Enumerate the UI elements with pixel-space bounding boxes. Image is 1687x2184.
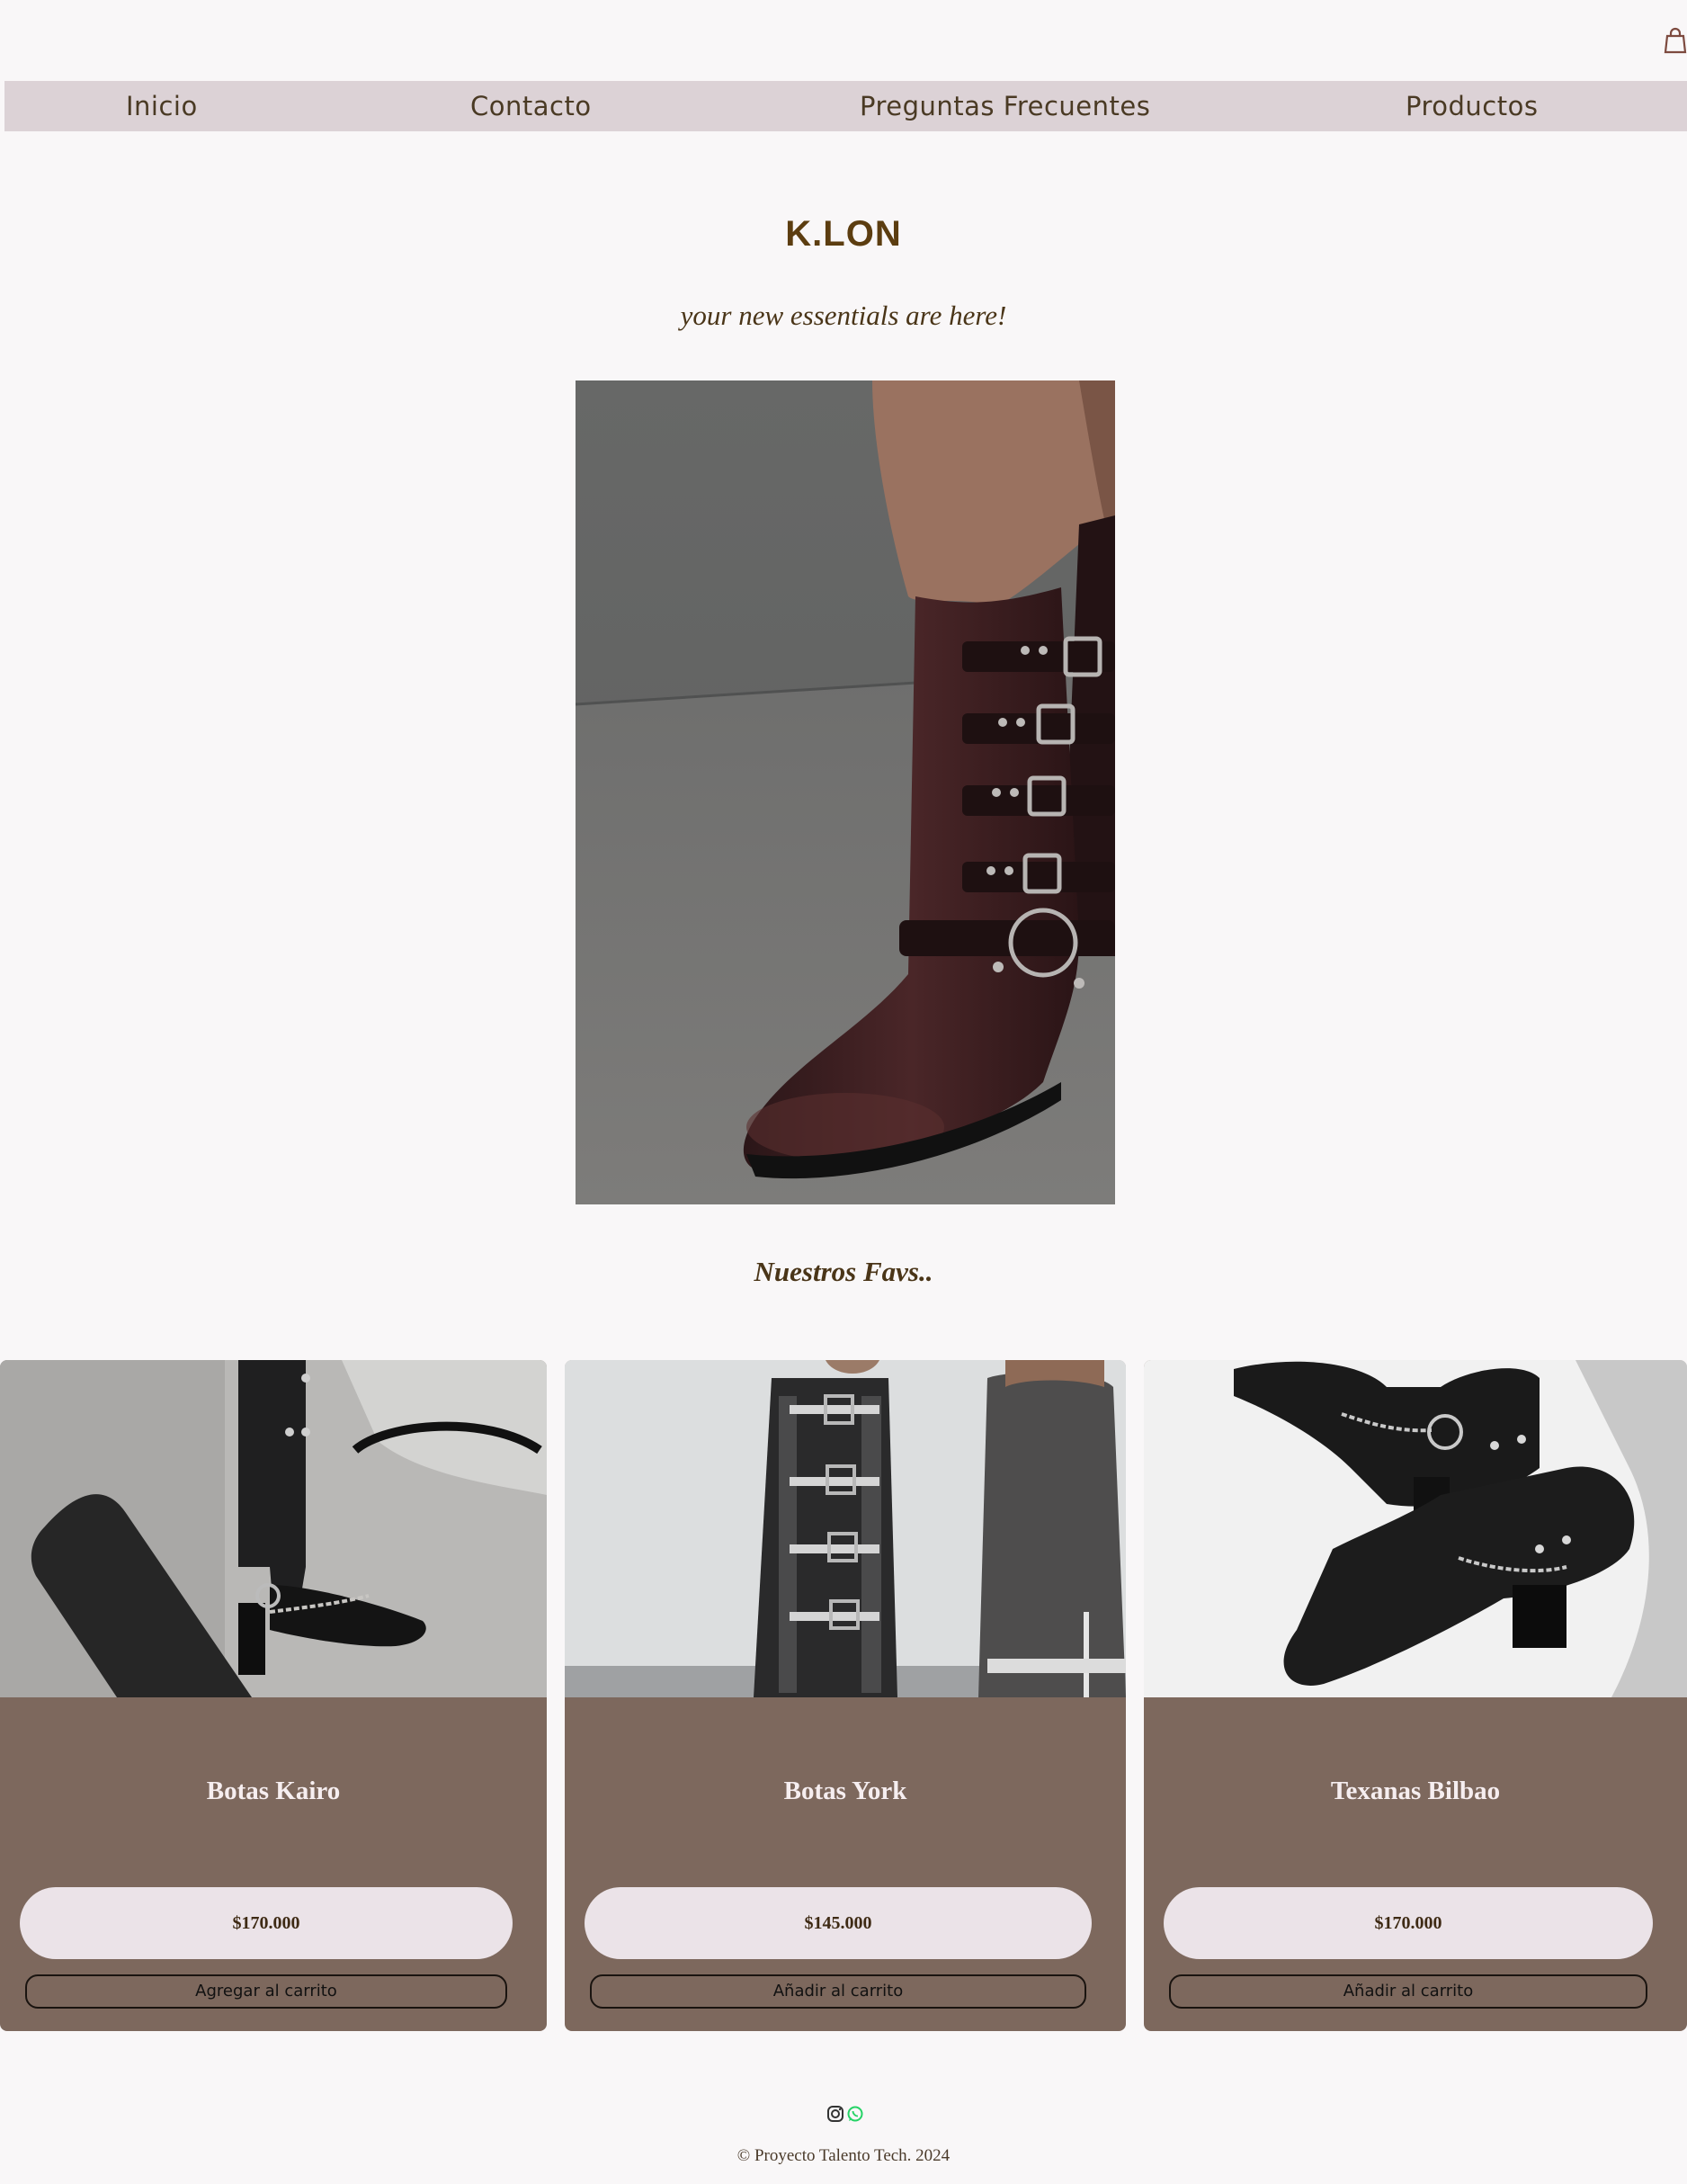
whatsapp-icon[interactable] bbox=[846, 2105, 864, 2123]
main-nav: Inicio Contacto Preguntas Frecuentes Pro… bbox=[4, 81, 1687, 131]
product-image[interactable] bbox=[1144, 1360, 1687, 1697]
social-links bbox=[826, 2105, 866, 2126]
nav-item-contacto[interactable]: Contacto bbox=[470, 81, 592, 131]
product-price: $145.000 bbox=[585, 1887, 1092, 1959]
nav-item-preguntas-frecuentes[interactable]: Preguntas Frecuentes bbox=[860, 81, 1150, 131]
hero-image bbox=[576, 380, 1115, 1204]
favorites-heading: Nuestros Favs.. bbox=[754, 1256, 933, 1287]
add-to-cart-button[interactable]: Agregar al carrito bbox=[25, 1974, 507, 2009]
product-card: Texanas Bilbao $170.000 Añadir al carrit… bbox=[1144, 1360, 1687, 2031]
product-card: Botas York $145.000 Añadir al carrito bbox=[565, 1360, 1126, 2031]
product-price: $170.000 bbox=[20, 1887, 513, 1959]
product-card: Botas Kairo $170.000 Agregar al carrito bbox=[0, 1360, 547, 2031]
copyright-text: © Proyecto Talento Tech. 2024 bbox=[736, 2146, 951, 2165]
product-name: Texanas Bilbao bbox=[1330, 1777, 1501, 1805]
nav-item-inicio[interactable]: Inicio bbox=[126, 81, 198, 131]
add-to-cart-button[interactable]: Añadir al carrito bbox=[590, 1974, 1086, 2009]
instagram-icon[interactable] bbox=[826, 2105, 844, 2123]
brand-title: K.LON bbox=[785, 214, 902, 254]
shopping-bag-icon[interactable] bbox=[1664, 27, 1687, 54]
product-name: Botas York bbox=[783, 1777, 907, 1805]
product-image[interactable] bbox=[565, 1360, 1126, 1697]
nav-item-productos[interactable]: Productos bbox=[1406, 81, 1538, 131]
hero-tagline: your new essentials are here! bbox=[680, 300, 1007, 331]
product-price: $170.000 bbox=[1164, 1887, 1653, 1959]
product-name: Botas Kairo bbox=[206, 1777, 341, 1805]
add-to-cart-button[interactable]: Añadir al carrito bbox=[1169, 1974, 1647, 2009]
product-image[interactable] bbox=[0, 1360, 547, 1697]
